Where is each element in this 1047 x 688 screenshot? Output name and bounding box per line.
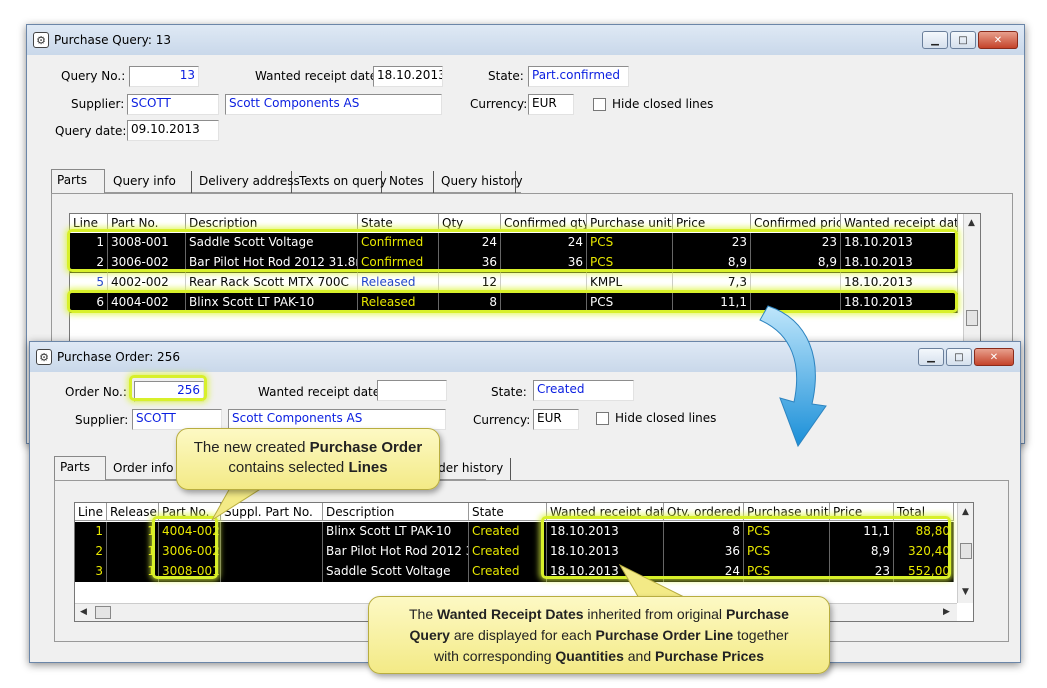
callout-text: The new created <box>193 439 310 456</box>
callout-bold-text: Query <box>409 627 450 643</box>
callout-inherited-dates: The Wanted Receipt Dates inherited from … <box>368 596 830 674</box>
callout-new-order: The new created Purchase Order contains … <box>176 428 440 490</box>
callout-text: The <box>409 606 438 622</box>
callout-text: and <box>623 648 656 664</box>
callout-text: together <box>733 627 789 643</box>
callout-bold-text: Purchase Prices <box>655 648 764 664</box>
callout-text: contains selected <box>228 459 349 476</box>
callout-text: with corresponding <box>434 648 556 664</box>
callout-bold-text: Quantities <box>555 648 624 664</box>
callout-pointers <box>211 487 691 601</box>
callout-bold-text: Purchase Order Line <box>595 627 734 643</box>
callout-bold-text: Lines <box>348 459 388 476</box>
callout-bold-text: Purchase Order <box>309 439 423 456</box>
callout-text: are displayed for each <box>449 627 596 643</box>
callout-bold-text: Purchase <box>725 606 789 622</box>
callout-text: inherited from original <box>583 606 726 622</box>
callout-bold-text: Wanted Receipt Dates <box>437 606 584 622</box>
